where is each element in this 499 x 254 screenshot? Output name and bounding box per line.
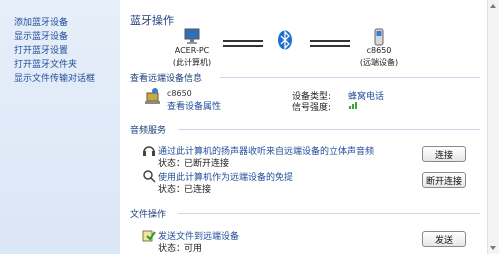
scroll-down-icon[interactable] — [490, 246, 496, 250]
scrollbar[interactable] — [487, 0, 499, 254]
send-file-status-label: 状态： — [158, 244, 186, 254]
handsfree-icon — [143, 170, 156, 183]
connection-line — [223, 45, 263, 47]
sidebar-item-open-folder[interactable]: 打开蓝牙文件夹 — [14, 57, 77, 70]
sidebar-item-show-devices[interactable]: 显示蓝牙设备 — [14, 29, 68, 42]
connect-button[interactable]: 连接 — [422, 146, 466, 162]
phone-icon — [374, 28, 384, 46]
disconnect-button[interactable]: 断开连接 — [422, 172, 466, 188]
remote-caption: (远端设备) — [359, 58, 399, 67]
connection-line — [310, 40, 350, 42]
computer-name: ACER-PC — [174, 46, 210, 55]
bluetooth-icon — [278, 30, 292, 50]
sidebar: 添加蓝牙设备 显示蓝牙设备 打开蓝牙设置 打开蓝牙文件夹 显示文件传输对话框 — [0, 0, 120, 254]
divider — [220, 77, 480, 78]
section-title-device-info: 查看远端设备信息 — [130, 74, 203, 84]
computer-icon — [184, 28, 200, 44]
section-title-file: 文件操作 — [130, 210, 167, 220]
headphones-icon — [143, 146, 155, 156]
device-name: c8650 — [167, 89, 192, 98]
signal-strength-label: 信号强度: — [292, 103, 332, 113]
audio-stereo-status-value: 已断开连接 — [184, 159, 230, 169]
connection-line — [223, 40, 263, 42]
main-panel: 蓝牙操作 ACER-PC (此计算机) c8650 (远端设备) 查看远端设备信… — [120, 0, 499, 254]
scroll-up-icon[interactable] — [490, 4, 496, 8]
view-device-properties-link[interactable]: 查看设备属性 — [167, 99, 221, 112]
send-button[interactable]: 发送 — [422, 231, 466, 247]
page-title: 蓝牙操作 — [130, 14, 174, 27]
send-file-icon — [142, 230, 156, 242]
handsfree-status-label: 状态： — [158, 185, 186, 195]
sidebar-item-open-settings[interactable]: 打开蓝牙设置 — [14, 43, 68, 56]
divider — [178, 213, 480, 214]
device-info-icon — [145, 88, 160, 104]
audio-stereo-status-label: 状态： — [158, 159, 186, 169]
sidebar-item-add-device[interactable]: 添加蓝牙设备 — [14, 15, 68, 28]
divider — [178, 129, 480, 130]
computer-caption: (此计算机) — [172, 58, 212, 67]
signal-strength-icon — [349, 102, 357, 109]
remote-name: c8650 — [366, 46, 392, 55]
handsfree-status-value: 已连接 — [184, 185, 212, 195]
send-file-status-value: 可用 — [184, 244, 203, 254]
sidebar-item-show-file-transfer[interactable]: 显示文件传输对话框 — [14, 71, 95, 84]
section-title-audio: 音频服务 — [130, 126, 167, 136]
